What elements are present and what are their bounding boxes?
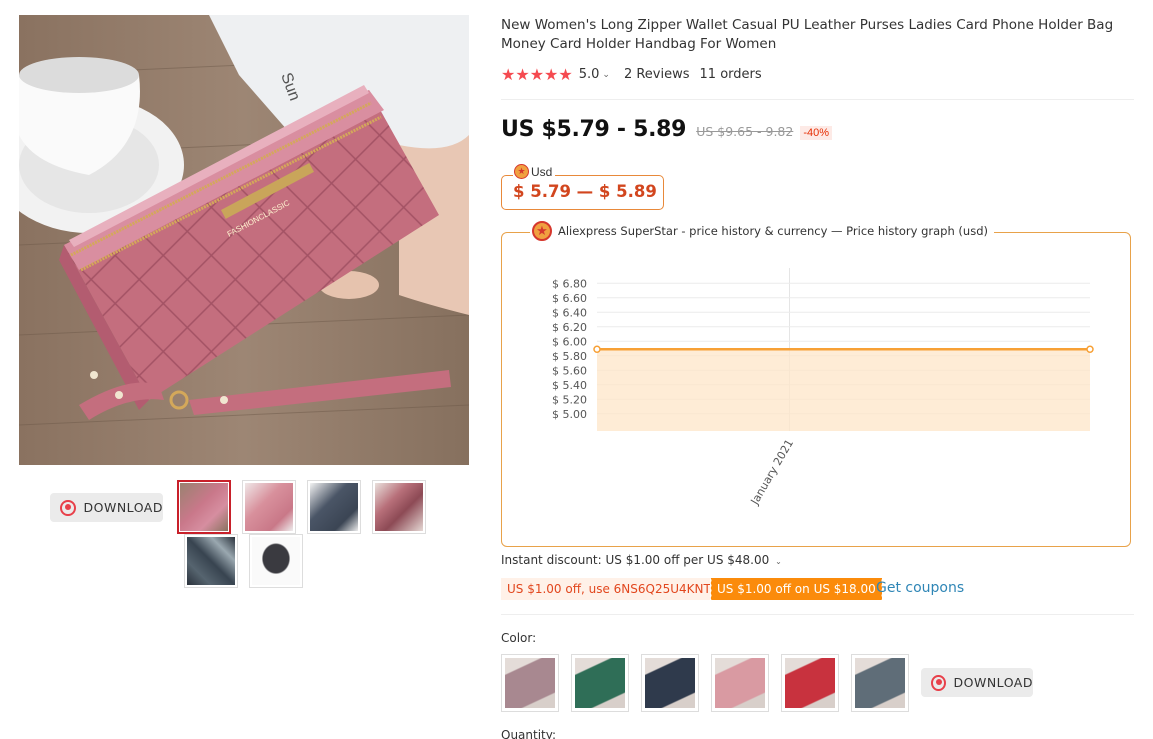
y-tick-label: $ 5.00 bbox=[552, 408, 587, 421]
discount-badge: -40% bbox=[800, 126, 833, 140]
divider bbox=[501, 99, 1134, 100]
y-tick-label: $ 6.40 bbox=[552, 306, 587, 319]
thumbnail-4[interactable] bbox=[372, 480, 426, 534]
color-swatch-6[interactable] bbox=[851, 654, 909, 712]
color-swatch-4[interactable] bbox=[711, 654, 769, 712]
y-tick-label: $ 6.80 bbox=[552, 277, 587, 290]
download-label: DOWNLOAD bbox=[953, 675, 1033, 690]
instant-discount-chevron-icon: ⌄ bbox=[775, 557, 782, 566]
quantity-label: Quantity: bbox=[501, 728, 557, 739]
thumbnail-5[interactable] bbox=[184, 534, 238, 588]
data-point[interactable] bbox=[593, 345, 601, 353]
y-tick-label: $ 5.80 bbox=[552, 350, 587, 363]
reviews-link[interactable]: 2 Reviews bbox=[624, 67, 690, 82]
swatch-image bbox=[785, 658, 835, 708]
color-swatch-3[interactable] bbox=[641, 654, 699, 712]
download-record-icon bbox=[60, 499, 76, 516]
get-coupons-link[interactable]: Get coupons bbox=[876, 580, 964, 596]
swatch-image bbox=[715, 658, 765, 708]
star-badge-icon: ★ bbox=[514, 164, 529, 179]
store-coupon-tag[interactable]: US $1.00 off on US $18.00 bbox=[710, 578, 882, 600]
price-history-label: Aliexpress SuperStar - price history & c… bbox=[558, 224, 988, 238]
rating-chevron-icon[interactable]: ⌄ bbox=[602, 70, 610, 80]
y-tick-label: $ 6.20 bbox=[552, 321, 587, 334]
main-product-image[interactable]: Sun FASHIONCLASSIC bbox=[19, 15, 469, 465]
rating-row: ★★★★★ 5.0 ⌄ 2 Reviews 11 orders bbox=[501, 65, 762, 84]
color-swatch-1[interactable] bbox=[501, 654, 559, 712]
download-label: DOWNLOAD bbox=[83, 500, 163, 515]
series-area bbox=[597, 349, 1090, 431]
original-price: US $9.65 - 9.82 bbox=[696, 124, 794, 139]
x-tick-label: January 2021 bbox=[748, 437, 796, 508]
rating-value[interactable]: 5.0 bbox=[579, 67, 600, 82]
color-label: Color: bbox=[501, 631, 537, 645]
download-color-button[interactable]: DOWNLOAD bbox=[921, 668, 1033, 697]
download-image-button[interactable]: DOWNLOAD bbox=[50, 493, 163, 522]
orders-count: 11 orders bbox=[699, 67, 762, 82]
instant-discount[interactable]: Instant discount: US $1.00 off per US $4… bbox=[501, 553, 782, 567]
instant-discount-text: Instant discount: US $1.00 off per US $4… bbox=[501, 553, 770, 567]
y-tick-label: $ 5.20 bbox=[552, 393, 587, 406]
swatch-image bbox=[575, 658, 625, 708]
thumbnail-1[interactable] bbox=[177, 480, 231, 534]
currency-price: $ 5.79 — $ 5.89 bbox=[513, 182, 657, 201]
divider bbox=[501, 614, 1134, 615]
download-record-icon bbox=[931, 674, 946, 691]
y-tick-label: $ 6.60 bbox=[552, 292, 587, 305]
thumbnail-2[interactable] bbox=[242, 480, 296, 534]
thumbnail-3[interactable] bbox=[307, 480, 361, 534]
price-row: US $5.79 - 5.89 US $9.65 - 9.82 -40% bbox=[501, 117, 833, 142]
y-tick-label: $ 6.00 bbox=[552, 335, 587, 348]
thumbnail-6[interactable] bbox=[249, 534, 303, 588]
coupon-code-tag[interactable]: US $1.00 off, use 6NS6Q25U4KNT bbox=[501, 578, 717, 600]
currency-label-text: Usd bbox=[531, 164, 553, 179]
color-swatch-2[interactable] bbox=[571, 654, 629, 712]
data-point[interactable] bbox=[1086, 345, 1094, 353]
swatch-image bbox=[645, 658, 695, 708]
rating-stars-icon: ★★★★★ bbox=[501, 65, 573, 84]
currency-label: ★ Usd bbox=[513, 164, 556, 179]
y-tick-label: $ 5.40 bbox=[552, 379, 587, 392]
swatch-image bbox=[505, 658, 555, 708]
price-history-chart[interactable]: $ 6.80$ 6.60$ 6.40$ 6.20$ 6.00$ 5.80$ 5.… bbox=[510, 256, 1120, 536]
product-title: New Women's Long Zipper Wallet Casual PU… bbox=[501, 17, 1114, 52]
star-badge-icon: ★ bbox=[532, 221, 552, 241]
swatch-image bbox=[855, 658, 905, 708]
price-history-title: ★ Aliexpress SuperStar - price history &… bbox=[530, 221, 994, 241]
current-price: US $5.79 - 5.89 bbox=[501, 117, 687, 142]
color-swatch-5[interactable] bbox=[781, 654, 839, 712]
y-tick-label: $ 5.60 bbox=[552, 364, 587, 377]
